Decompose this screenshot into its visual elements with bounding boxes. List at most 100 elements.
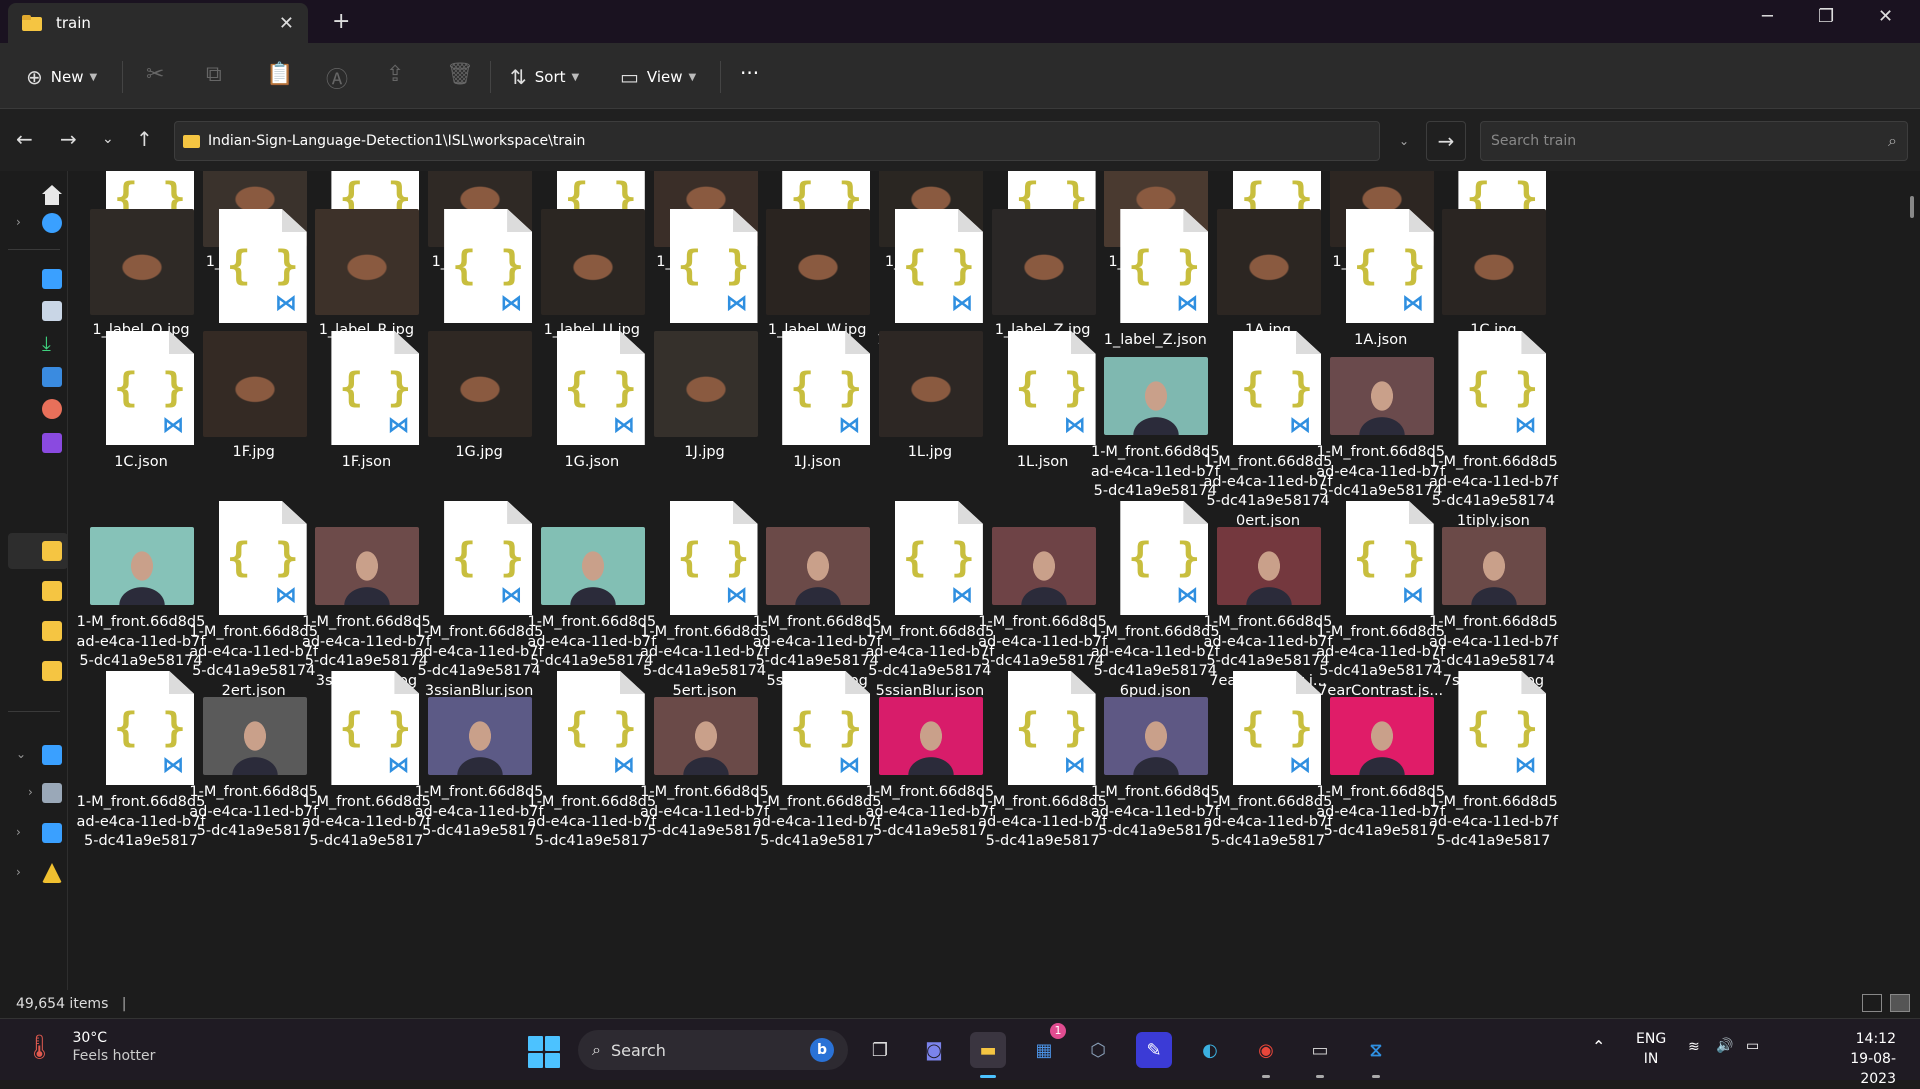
forward-arrow-icon[interactable]: → — [60, 127, 77, 151]
linux-icon[interactable] — [42, 863, 62, 883]
clock[interactable]: 14:12 19-08-2023 — [1826, 1029, 1896, 1089]
image-file-item[interactable]: 1-M_front.66d8d5ad-e4ca-11ed-b7f5-dc41a9… — [301, 501, 431, 689]
image-file-item[interactable]: 1-M_front.66d8d5ad-e4ca-11ed-b7f5-dc41a9… — [414, 671, 544, 841]
json-file-item[interactable]: { } ⋈ 1-M_front.66d8d5ad-e4ca-11ed-b7f5-dc… — [527, 671, 657, 849]
image-file-item[interactable]: 1-M_front.66d8d5ad-e4ca-11ed-b7f5-dc41a9… — [1090, 331, 1220, 519]
folder-icon[interactable] — [42, 661, 62, 681]
image-file-item[interactable]: 1-M_front.66d8d5ad-e4ca-11ed-b7f5-dc41a9… — [1428, 501, 1558, 689]
json-file-item[interactable]: { } ⋈ 1C.json — [76, 331, 206, 501]
image-file-item[interactable]: 1G.jpg — [414, 331, 544, 501]
folder-icon[interactable] — [42, 621, 62, 641]
tab-train[interactable]: train ✕ — [8, 3, 308, 43]
json-file-item[interactable]: { } ⋈ 1-M_front.66d8d5ad-e4ca-11ed-b7f5-dc… — [1316, 501, 1446, 699]
json-file-item[interactable]: { } ⋈ 1-M_front.66d8d5ad-e4ca-11ed-b7f5-dc… — [189, 501, 319, 699]
cut-icon[interactable]: ✂ — [146, 62, 164, 87]
json-file-item[interactable]: { } ⋈ 1-M_front.66d8d5ad-e4ca-11ed-b7f5-dc… — [1203, 671, 1333, 849]
teams-chat-icon[interactable]: ◙ — [916, 1032, 952, 1068]
image-file-item[interactable]: 1-M_front.66d8d5ad-e4ca-11ed-b7f5-dc41a9… — [1316, 331, 1446, 519]
image-file-item[interactable]: 1J.jpg — [640, 331, 770, 501]
search-input[interactable] — [1491, 133, 1889, 149]
task-view-icon[interactable]: ❐ — [862, 1032, 898, 1068]
expand-chevron-icon[interactable]: › — [16, 865, 21, 879]
expand-chevron-icon[interactable]: › — [16, 215, 21, 229]
music-icon[interactable] — [42, 399, 62, 419]
json-file-item[interactable]: { } ⋈ 1-M_front.66d8d5ad-e4ca-11ed-b7f5-dc… — [1203, 331, 1333, 529]
json-file-item[interactable]: { } ⋈ 1J.json — [752, 331, 882, 501]
new-button[interactable]: ⊕ New ▼ — [26, 65, 97, 89]
json-file-item[interactable]: { } ⋈ 1L.json — [978, 331, 1108, 501]
json-file-item[interactable]: { } ⋈ 1-M_front.66d8d5ad-e4ca-11ed-b7f5-dc… — [414, 501, 544, 699]
image-file-item[interactable]: 1-M_front.66d8d5ad-e4ca-11ed-b7f5-dc41a9… — [189, 671, 319, 841]
json-file-item[interactable]: { } ⋈ 1-M_front.66d8d5ad-e4ca-11ed-b7f5-dc… — [76, 671, 206, 849]
image-file-item[interactable]: 1-M_front.66d8d5ad-e4ca-11ed-b7f5-dc41a9… — [76, 501, 206, 689]
go-arrow-icon[interactable]: → — [1426, 121, 1466, 161]
search-icon[interactable]: ⌕ — [1888, 131, 1897, 151]
delete-icon[interactable]: 🗑 — [446, 62, 474, 87]
json-file-item[interactable]: { } ⋈ 1-M_front.66d8d5ad-e4ca-11ed-b7f5-dc… — [1428, 331, 1558, 529]
sort-button[interactable]: ⇅ Sort ▼ — [510, 65, 579, 89]
image-file-item[interactable]: 1-M_front.66d8d5ad-e4ca-11ed-b7f5-dc41a9… — [752, 501, 882, 689]
view-button[interactable]: ▭ View ▼ — [620, 65, 696, 89]
json-file-item[interactable]: { } ⋈ 1F.json — [301, 331, 431, 501]
restore-button[interactable]: ❐ — [1818, 6, 1834, 27]
vscode-icon[interactable]: ⧖ — [1358, 1032, 1394, 1068]
collapse-chevron-icon[interactable]: ⌄ — [16, 747, 26, 761]
network-icon[interactable] — [42, 823, 62, 843]
show-hidden-icons-chevron-icon[interactable]: ⌃ — [1592, 1037, 1605, 1056]
onedrive-icon[interactable] — [42, 213, 62, 233]
recent-chevron-icon[interactable]: ⌄ — [102, 131, 114, 147]
image-file-item[interactable]: 1-M_front.66d8d5ad-e4ca-11ed-b7f5-dc41a9… — [1316, 671, 1446, 841]
json-file-item[interactable]: { } ⋈ 1-M_front.66d8d5ad-e4ca-11ed-b7f5-dc… — [640, 501, 770, 699]
json-file-item[interactable]: { } ⋈ 1-M_front.66d8d5ad-e4ca-11ed-b7f5-dc… — [1090, 501, 1220, 699]
weather-widget[interactable]: 🌡 30°C Feels hotter — [24, 1029, 155, 1064]
this-pc-icon[interactable] — [42, 745, 62, 765]
details-view-icon[interactable] — [1862, 994, 1882, 1012]
expand-chevron-icon[interactable]: › — [16, 825, 21, 839]
vertical-scrollbar[interactable] — [1906, 171, 1920, 990]
folder-icon[interactable] — [42, 581, 62, 601]
large-icons-view-icon[interactable] — [1890, 994, 1910, 1012]
json-file-item[interactable]: { } ⋈ 1-M_front.66d8d5ad-e4ca-11ed-b7f5-dc… — [1428, 671, 1558, 849]
bing-icon[interactable]: b — [810, 1038, 834, 1062]
close-tab-icon[interactable]: ✕ — [279, 13, 294, 34]
pen-app-icon[interactable]: ✎ — [1136, 1032, 1172, 1068]
more-options-button[interactable]: ··· — [740, 61, 759, 85]
json-file-item[interactable]: { } ⋈ 1-M_front.66d8d5ad-e4ca-11ed-b7f5-dc… — [752, 671, 882, 849]
videos-icon[interactable] — [42, 433, 62, 453]
rename-icon[interactable]: Ⓐ — [326, 62, 348, 94]
share-icon[interactable]: ⇪ — [386, 62, 404, 87]
app-icon[interactable]: ⬡ — [1080, 1032, 1116, 1068]
volume-icon[interactable]: 🔊 — [1716, 1038, 1733, 1054]
image-file-item[interactable]: 1-M_front.66d8d5ad-e4ca-11ed-b7f5-dc41a9… — [1090, 671, 1220, 841]
json-file-item[interactable]: { } ⋈ 1-M_front.66d8d5ad-e4ca-11ed-b7f5-dc… — [978, 671, 1108, 849]
downloads-icon[interactable]: ⤓ — [42, 333, 62, 353]
taskbar-search[interactable]: ⌕ Search b — [578, 1030, 848, 1070]
battery-icon[interactable]: ▭ — [1746, 1038, 1759, 1054]
chrome-icon[interactable]: ◉ — [1248, 1032, 1284, 1068]
image-file-item[interactable]: 1-M_front.66d8d5ad-e4ca-11ed-b7f5-dc41a9… — [1203, 501, 1333, 689]
close-window-button[interactable]: ✕ — [1878, 6, 1893, 27]
pictures-icon[interactable] — [42, 367, 62, 387]
image-file-item[interactable]: 1F.jpg — [189, 331, 319, 501]
folder-icon[interactable] — [42, 541, 62, 561]
image-file-item[interactable]: 1L.jpg — [865, 331, 995, 501]
start-button[interactable] — [528, 1036, 560, 1068]
up-arrow-icon[interactable]: ↑ — [136, 127, 153, 151]
copy-icon[interactable]: ⧉ — [206, 62, 222, 87]
language-indicator[interactable]: ENG IN — [1636, 1029, 1666, 1069]
search-box[interactable]: ⌕ — [1480, 121, 1908, 161]
edge-icon[interactable]: ◐ — [1192, 1032, 1228, 1068]
desktop-icon[interactable] — [42, 269, 62, 289]
address-dropdown-icon[interactable]: ⌄ — [1382, 121, 1426, 161]
image-file-item[interactable]: 1-M_front.66d8d5ad-e4ca-11ed-b7f5-dc41a9… — [865, 671, 995, 841]
file-explorer-icon[interactable]: ▬ — [970, 1032, 1006, 1068]
back-arrow-icon[interactable]: ← — [16, 127, 33, 151]
minimize-button[interactable]: ─ — [1762, 6, 1773, 27]
json-file-item[interactable]: { } ⋈ 1-M_front.66d8d5ad-e4ca-11ed-b7f5-dc… — [301, 671, 431, 849]
new-tab-button[interactable]: + — [332, 9, 350, 34]
documents-icon[interactable] — [42, 301, 62, 321]
json-file-item[interactable]: { } ⋈ 1G.json — [527, 331, 657, 501]
image-file-item[interactable]: 1-M_front.66d8d5ad-e4ca-11ed-b7f5-dc41a9… — [527, 501, 657, 689]
wifi-icon[interactable]: ≋ — [1688, 1039, 1700, 1055]
paste-icon[interactable]: 📋 — [266, 62, 293, 87]
